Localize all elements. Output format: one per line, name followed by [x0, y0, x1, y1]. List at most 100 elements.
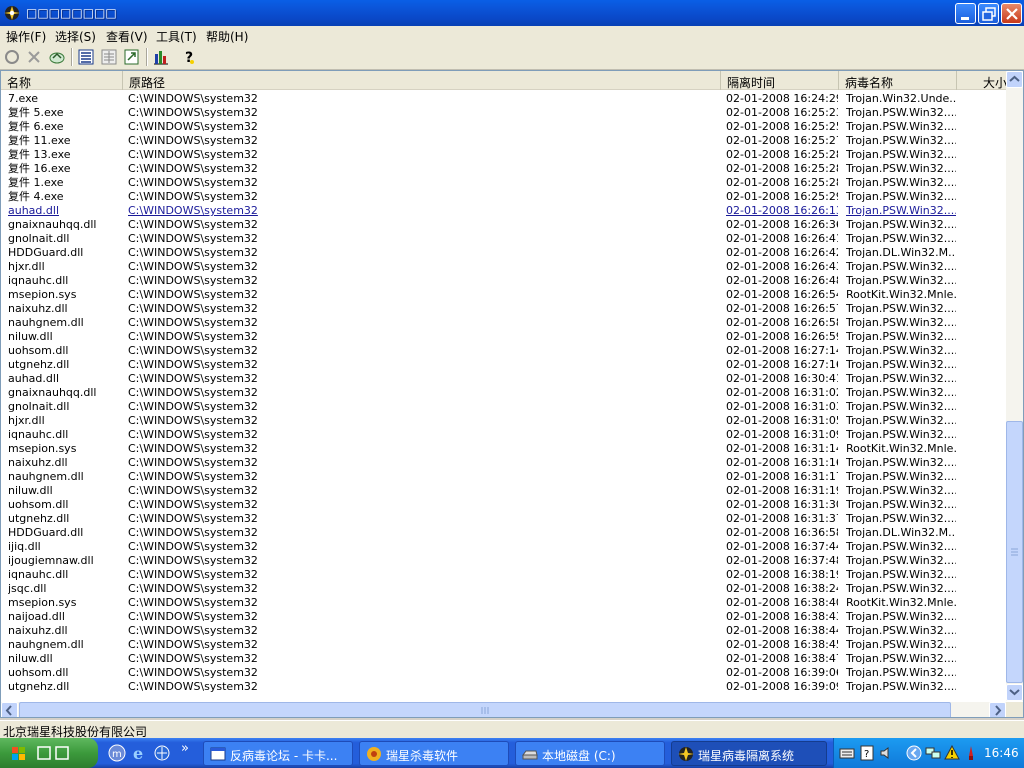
table-row[interactable]: ijougiemnaw.dll C:\WINDOWS\system32 02-01-…: [1, 554, 1006, 568]
table-row[interactable]: naixuhz.dll C:\WINDOWS\system32 02-01-2008…: [1, 302, 1006, 316]
table-row[interactable]: naijoad.dll C:\WINDOWS\system32 02-01-2008…: [1, 610, 1006, 624]
list-view-icon[interactable]: [100, 48, 118, 66]
table-row[interactable]: 复件 11.exe C:\WINDOWS\system32 02-01-2008 1…: [1, 134, 1006, 148]
task-local-disk[interactable]: 本地磁盘 (C:): [515, 741, 665, 766]
table-row[interactable]: gnaixnauhqq.dll C:\WINDOWS\system32 02-01-…: [1, 218, 1006, 232]
scroll-up-button[interactable]: [1006, 71, 1023, 88]
table-row[interactable]: msepion.sys C:\WINDOWS\system32 02-01-2008…: [1, 442, 1006, 456]
column-virus-name[interactable]: 病毒名称: [839, 71, 957, 90]
table-row[interactable]: HDDGuard.dll C:\WINDOWS\system32 02-01-200…: [1, 246, 1006, 260]
table-row[interactable]: naixuhz.dll C:\WINDOWS\system32 02-01-2008…: [1, 456, 1006, 470]
table-row[interactable]: HDDGuard.dll C:\WINDOWS\system32 02-01-200…: [1, 526, 1006, 540]
table-row[interactable]: gnaixnauhqq.dll C:\WINDOWS\system32 02-01-…: [1, 386, 1006, 400]
cell-name: msepion.sys: [8, 288, 77, 301]
table-row[interactable]: iqnauhc.dll C:\WINDOWS\system32 02-01-2008…: [1, 274, 1006, 288]
task-antivirus[interactable]: 瑞星杀毒软件: [359, 741, 509, 766]
table-row[interactable]: hjxr.dll C:\WINDOWS\system32 02-01-2008 16…: [1, 414, 1006, 428]
table-row[interactable]: uohsom.dll C:\WINDOWS\system32 02-01-2008 …: [1, 666, 1006, 680]
status-bar: 北京瑞星科技股份有限公司: [0, 720, 1024, 739]
table-row[interactable]: 复件 16.exe C:\WINDOWS\system32 02-01-2008 1…: [1, 162, 1006, 176]
table-row[interactable]: niluw.dll C:\WINDOWS\system32 02-01-2008 1…: [1, 652, 1006, 666]
table-row[interactable]: niluw.dll C:\WINDOWS\system32 02-01-2008 1…: [1, 484, 1006, 498]
table-row[interactable]: gnolnait.dll C:\WINDOWS\system32 02-01-200…: [1, 232, 1006, 246]
horizontal-scroll-thumb[interactable]: [19, 702, 951, 717]
scroll-left-button[interactable]: [1, 702, 18, 717]
column-original-path[interactable]: 原路径: [123, 71, 721, 90]
title-bar[interactable]: □□□□□□□□: [0, 0, 1024, 26]
scroll-down-button[interactable]: [1006, 684, 1023, 701]
table-row[interactable]: 复件 13.exe C:\WINDOWS\system32 02-01-2008 1…: [1, 148, 1006, 162]
table-row[interactable]: 复件 5.exe C:\WINDOWS\system32 02-01-2008 16…: [1, 106, 1006, 120]
table-row[interactable]: nauhgnem.dll C:\WINDOWS\system32 02-01-200…: [1, 316, 1006, 330]
export-icon[interactable]: [123, 48, 141, 66]
browser-icon[interactable]: [153, 744, 171, 762]
warning-icon[interactable]: [944, 745, 960, 761]
menu-help[interactable]: 帮助(H): [206, 28, 248, 45]
help-tray-icon[interactable]: ?: [859, 745, 875, 761]
menu-view[interactable]: 查看(V): [106, 28, 148, 45]
column-name[interactable]: 名称: [1, 71, 123, 90]
cell-virus: Trojan.PSW.Win32....: [846, 456, 956, 469]
menu-tools[interactable]: 工具(T): [156, 28, 197, 45]
horizontal-scrollbar[interactable]: [1, 702, 1006, 717]
restore-button[interactable]: [978, 3, 999, 24]
vertical-scroll-thumb[interactable]: [1006, 421, 1023, 683]
close-icon: [1006, 8, 1018, 20]
vertical-scrollbar[interactable]: [1006, 71, 1023, 701]
scroll-right-button[interactable]: [989, 702, 1006, 717]
menu-select[interactable]: 选择(S): [55, 28, 96, 45]
table-row[interactable]: gnolnait.dll C:\WINDOWS\system32 02-01-200…: [1, 400, 1006, 414]
cell-time: 02-01-2008 16:27:14: [726, 344, 838, 357]
table-row[interactable]: 7.exe C:\WINDOWS\system32 02-01-2008 16:24…: [1, 92, 1006, 106]
table-row[interactable]: msepion.sys C:\WINDOWS\system32 02-01-2008…: [1, 596, 1006, 610]
cell-time: 02-01-2008 16:31:05: [726, 414, 838, 427]
start-button[interactable]: [0, 738, 98, 768]
cell-name: naijoad.dll: [8, 610, 65, 623]
table-row[interactable]: 复件 1.exe C:\WINDOWS\system32 02-01-2008 16…: [1, 176, 1006, 190]
table-row[interactable]: iqnauhc.dll C:\WINDOWS\system32 02-01-2008…: [1, 428, 1006, 442]
table-row[interactable]: nauhgnem.dll C:\WINDOWS\system32 02-01-200…: [1, 638, 1006, 652]
quicklaunch-overflow[interactable]: »: [181, 741, 189, 756]
refresh-icon[interactable]: [3, 48, 21, 66]
table-row[interactable]: 复件 4.exe C:\WINDOWS\system32 02-01-2008 16…: [1, 190, 1006, 204]
task-forum[interactable]: 反病毒论坛 - 卡卡...: [203, 741, 353, 766]
table-row[interactable]: uohsom.dll C:\WINDOWS\system32 02-01-2008 …: [1, 344, 1006, 358]
table-row[interactable]: uohsom.dll C:\WINDOWS\system32 02-01-2008 …: [1, 498, 1006, 512]
menu-operate[interactable]: 操作(F): [6, 28, 46, 45]
back-arrow-icon[interactable]: [906, 745, 922, 761]
network-icon[interactable]: [925, 745, 941, 761]
table-row[interactable]: 复件 6.exe C:\WINDOWS\system32 02-01-2008 16…: [1, 120, 1006, 134]
table-row[interactable]: naixuhz.dll C:\WINDOWS\system32 02-01-2008…: [1, 624, 1006, 638]
quarantine-list[interactable]: 名称 原路径 隔离时间 病毒名称 大小 7.exe C:\WINDOWS\syst…: [0, 70, 1024, 718]
chart-icon[interactable]: [152, 48, 170, 66]
cell-time: 02-01-2008 16:30:41: [726, 372, 838, 385]
close-button[interactable]: [1001, 3, 1022, 24]
table-row[interactable]: ijiq.dll C:\WINDOWS\system32 02-01-2008 16…: [1, 540, 1006, 554]
details-view-icon[interactable]: [77, 48, 95, 66]
table-row[interactable]: niluw.dll C:\WINDOWS\system32 02-01-2008 1…: [1, 330, 1006, 344]
help-icon[interactable]: ?: [180, 48, 198, 66]
column-quarantine-time[interactable]: 隔离时间: [721, 71, 839, 90]
table-row[interactable]: jsqc.dll C:\WINDOWS\system32 02-01-2008 16…: [1, 582, 1006, 596]
task-quarantine[interactable]: 瑞星病毒隔离系统: [671, 741, 827, 766]
volume-icon[interactable]: [879, 745, 895, 761]
table-row[interactable]: hjxr.dll C:\WINDOWS\system32 02-01-2008 16…: [1, 260, 1006, 274]
table-row[interactable]: auhad.dll C:\WINDOWS\system32 02-01-2008 1…: [1, 204, 1006, 218]
table-row[interactable]: utgnehz.dll C:\WINDOWS\system32 02-01-2008…: [1, 358, 1006, 372]
messenger-icon[interactable]: m: [108, 744, 126, 762]
ie-icon[interactable]: e: [131, 744, 149, 762]
svg-text:?: ?: [864, 749, 869, 760]
table-row[interactable]: iqnauhc.dll C:\WINDOWS\system32 02-01-2008…: [1, 568, 1006, 582]
antivirus-tray-icon[interactable]: [963, 745, 979, 761]
table-row[interactable]: utgnehz.dll C:\WINDOWS\system32 02-01-2008…: [1, 512, 1006, 526]
table-row[interactable]: utgnehz.dll C:\WINDOWS\system32 02-01-2008…: [1, 680, 1006, 694]
keyboard-icon[interactable]: [839, 745, 855, 761]
table-row[interactable]: msepion.sys C:\WINDOWS\system32 02-01-2008…: [1, 288, 1006, 302]
delete-icon[interactable]: [25, 48, 43, 66]
table-row[interactable]: nauhgnem.dll C:\WINDOWS\system32 02-01-200…: [1, 470, 1006, 484]
minimize-button[interactable]: [955, 3, 976, 24]
cell-time: 02-01-2008 16:38:47: [726, 652, 838, 665]
restore-icon[interactable]: [48, 48, 66, 66]
table-row[interactable]: auhad.dll C:\WINDOWS\system32 02-01-2008 1…: [1, 372, 1006, 386]
cell-path: C:\WINDOWS\system32: [128, 442, 258, 455]
